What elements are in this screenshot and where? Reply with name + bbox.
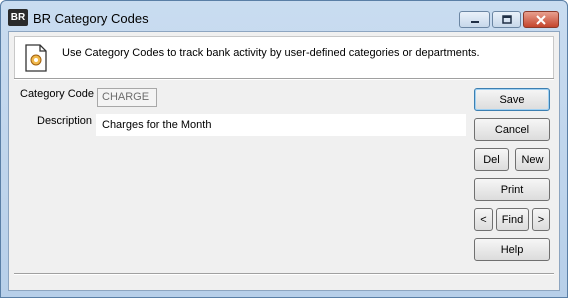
description-label: Description — [37, 115, 93, 127]
footer-separator — [14, 273, 554, 275]
info-header: Use Category Codes to track bank activit… — [14, 36, 554, 80]
maximize-button[interactable] — [492, 11, 521, 28]
header-description: Use Category Codes to track bank activit… — [62, 47, 480, 59]
close-button[interactable] — [523, 11, 559, 28]
br-category-codes-window: BR BR Category Codes Use Category Codes … — [0, 0, 568, 298]
document-gear-icon — [25, 44, 47, 72]
delete-button[interactable]: Del — [474, 148, 509, 171]
minimize-icon — [470, 20, 479, 23]
dialog-client-area: Use Category Codes to track bank activit… — [8, 31, 560, 291]
next-record-button[interactable]: > — [532, 208, 550, 231]
title-bar[interactable]: BR BR Category Codes — [1, 1, 567, 34]
maximize-icon — [501, 15, 512, 24]
help-button[interactable]: Help — [474, 238, 550, 261]
find-button[interactable]: Find — [496, 208, 529, 231]
save-button[interactable]: Save — [474, 88, 550, 111]
minimize-button[interactable] — [459, 11, 490, 28]
app-icon: BR — [8, 9, 28, 26]
cancel-button[interactable]: Cancel — [474, 118, 550, 141]
description-field[interactable]: Charges for the Month — [96, 114, 466, 136]
header-separator — [14, 78, 554, 80]
previous-record-button[interactable]: < — [474, 208, 493, 231]
window-title: BR Category Codes — [33, 11, 149, 26]
new-button[interactable]: New — [515, 148, 550, 171]
category-code-label: Category Code — [20, 88, 94, 100]
close-icon — [536, 14, 546, 25]
category-code-field[interactable]: CHARGE — [97, 88, 157, 107]
print-button[interactable]: Print — [474, 178, 550, 201]
